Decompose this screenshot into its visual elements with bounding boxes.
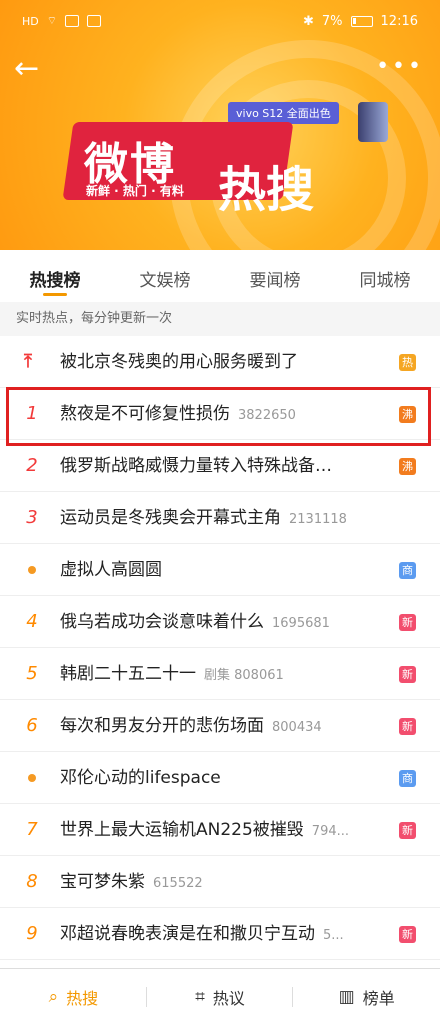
nav-label: 榜单 bbox=[362, 989, 395, 1008]
item-title: 俄乌若成功会谈意味着什么 1695681 bbox=[60, 596, 330, 650]
clock: 12:16 bbox=[380, 14, 418, 29]
nav-label: 热议 bbox=[212, 989, 245, 1008]
item-title: 邓超说春晚表演是在和撒贝宁互动 5... bbox=[60, 908, 344, 962]
ranking-tabs: 热搜榜 文娱榜 要闻榜 同城榜 bbox=[0, 250, 440, 302]
list-item[interactable]: 4 俄乌若成功会谈意味着什么 1695681 新 bbox=[0, 596, 440, 648]
list-item[interactable]: 7 世界上最大运输机AN225被摧毁 794... 新 bbox=[0, 804, 440, 856]
list-item[interactable]: 邓伦心动的lifespace 商 bbox=[0, 752, 440, 804]
network-label: HD bbox=[22, 14, 39, 28]
heat-count: 794... bbox=[311, 824, 350, 839]
list-item[interactable]: ⤒ 被北京冬残奥的用心服务暖到了 热 bbox=[0, 336, 440, 388]
item-title: 世界上最大运输机AN225被摧毁 794... bbox=[60, 804, 349, 858]
rank-number: 5 bbox=[26, 663, 38, 684]
logo-title: 热搜 bbox=[218, 162, 315, 218]
heat-count: 剧集 808061 bbox=[204, 668, 284, 683]
item-title-text: 虚拟人高圆圆 bbox=[60, 560, 162, 580]
item-title: 邓伦心动的lifespace bbox=[60, 752, 221, 804]
status-badge: 新 bbox=[399, 718, 416, 735]
bottom-nav: ⌕ 热搜 ⌗ 热议 ▥ 榜单 bbox=[0, 968, 440, 1025]
list-item[interactable]: 6 每次和男友分开的悲伤场面 800434 新 bbox=[0, 700, 440, 752]
nav-label: 热搜 bbox=[66, 989, 99, 1008]
list-item[interactable]: 虚拟人高圆圆 商 bbox=[0, 544, 440, 596]
item-title: 俄罗斯战略威慑力量转入特殊战备… bbox=[60, 440, 332, 492]
item-title-text: 运动员是冬残奥会开幕式主角 bbox=[60, 508, 281, 528]
banner: HD ⌔ ✱ 7% 12:16 ← ••• vivo S12 全面出色 微博 热… bbox=[0, 0, 440, 250]
item-title: 虚拟人高圆圆 bbox=[60, 544, 162, 596]
phone-image bbox=[358, 102, 388, 142]
heat-count: 800434 bbox=[272, 720, 322, 735]
item-title: 运动员是冬残奥会开幕式主角 2131118 bbox=[60, 492, 347, 546]
weibo-hot-search-logo: vivo S12 全面出色 微博 热搜 新鲜 · 热门 · 有料 bbox=[62, 102, 388, 218]
pin-icon: ⤒ bbox=[24, 351, 32, 372]
list-item[interactable]: 9 邓超说春晚表演是在和撒贝宁互动 5... 新 bbox=[0, 908, 440, 960]
wifi-icon: ⌔ bbox=[46, 14, 58, 27]
heat-count: 2131118 bbox=[289, 512, 347, 527]
item-title-text: 世界上最大运输机AN225被摧毁 bbox=[60, 820, 304, 840]
item-title-text: 俄罗斯战略威慑力量转入特殊战备… bbox=[60, 456, 332, 476]
status-badge: 热 bbox=[399, 354, 416, 371]
search-icon: ⌕ bbox=[48, 987, 59, 1007]
tab-entertainment[interactable]: 文娱榜 bbox=[110, 250, 220, 302]
item-title-text: 俄乌若成功会谈意味着什么 bbox=[60, 612, 264, 632]
update-note: 实时热点，每分钟更新一次 bbox=[0, 302, 440, 336]
status-badge: 商 bbox=[399, 562, 416, 579]
nav-hot-search[interactable]: ⌕ 热搜 bbox=[0, 969, 147, 1025]
promo-dot bbox=[28, 774, 36, 782]
item-title-text: 邓伦心动的lifespace bbox=[60, 768, 221, 788]
back-arrow-icon[interactable]: ← bbox=[14, 54, 48, 84]
heat-count: 1695681 bbox=[272, 616, 330, 631]
status-badge: 新 bbox=[399, 822, 416, 839]
item-title-text: 邓超说春晚表演是在和撒贝宁互动 bbox=[60, 924, 315, 944]
discussion-icon: ⌗ bbox=[195, 987, 205, 1007]
status-badge: 商 bbox=[399, 770, 416, 787]
item-title-text: 每次和男友分开的悲伤场面 bbox=[60, 716, 264, 736]
status-badge: 新 bbox=[399, 614, 416, 631]
tab-news[interactable]: 要闻榜 bbox=[220, 250, 330, 302]
battery-percent: 7% bbox=[321, 14, 343, 29]
heat-count: 5... bbox=[323, 928, 344, 943]
rank-number: 3 bbox=[26, 507, 38, 528]
list-item[interactable]: 3 运动员是冬残奥会开幕式主角 2131118 bbox=[0, 492, 440, 544]
tab-local[interactable]: 同城榜 bbox=[330, 250, 440, 302]
highlight-box bbox=[6, 387, 431, 446]
list-item[interactable]: 2 俄罗斯战略威慑力量转入特殊战备… 沸 bbox=[0, 440, 440, 492]
tab-hot-search[interactable]: 热搜榜 bbox=[0, 250, 110, 302]
status-badge: 沸 bbox=[399, 458, 416, 475]
status-badge: 新 bbox=[399, 926, 416, 943]
nav-rankings[interactable]: ▥ 榜单 bbox=[293, 969, 440, 1025]
notification-icon bbox=[65, 15, 80, 27]
logo-tagline: 新鲜 · 热门 · 有料 bbox=[86, 184, 184, 198]
item-title-text: 被北京冬残奥的用心服务暖到了 bbox=[60, 352, 298, 372]
nav-discussion[interactable]: ⌗ 热议 bbox=[147, 969, 294, 1025]
rank-number: 9 bbox=[26, 923, 38, 944]
chart-icon: ▥ bbox=[338, 987, 355, 1007]
rank-number: 8 bbox=[26, 871, 38, 892]
item-title: 韩剧二十五二十一 剧集 808061 bbox=[60, 648, 284, 702]
item-title: 每次和男友分开的悲伤场面 800434 bbox=[60, 700, 322, 754]
item-title-text: 韩剧二十五二十一 bbox=[60, 664, 196, 684]
item-title: 被北京冬残奥的用心服务暖到了 bbox=[60, 336, 298, 388]
promo-dot bbox=[28, 566, 36, 574]
item-title-text: 宝可梦朱紫 bbox=[60, 872, 145, 892]
rank-number: 4 bbox=[26, 611, 38, 632]
battery-icon bbox=[350, 16, 373, 27]
list-item[interactable]: 8 宝可梦朱紫 615522 bbox=[0, 856, 440, 908]
status-badge: 新 bbox=[399, 666, 416, 683]
ad-label[interactable]: vivo S12 全面出色 bbox=[228, 102, 339, 124]
status-bar: HD ⌔ ✱ 7% 12:16 bbox=[0, 0, 440, 46]
item-title: 宝可梦朱紫 615522 bbox=[60, 856, 203, 910]
rank-number: 6 bbox=[26, 715, 38, 736]
list-item[interactable]: 5 韩剧二十五二十一 剧集 808061 新 bbox=[0, 648, 440, 700]
rank-number: 2 bbox=[26, 455, 38, 476]
more-icon[interactable]: ••• bbox=[376, 54, 424, 79]
bluetooth-icon: ✱ bbox=[303, 14, 314, 29]
rank-number: 7 bbox=[26, 819, 38, 840]
heat-count: 615522 bbox=[153, 876, 203, 891]
notification-icon bbox=[87, 15, 102, 27]
